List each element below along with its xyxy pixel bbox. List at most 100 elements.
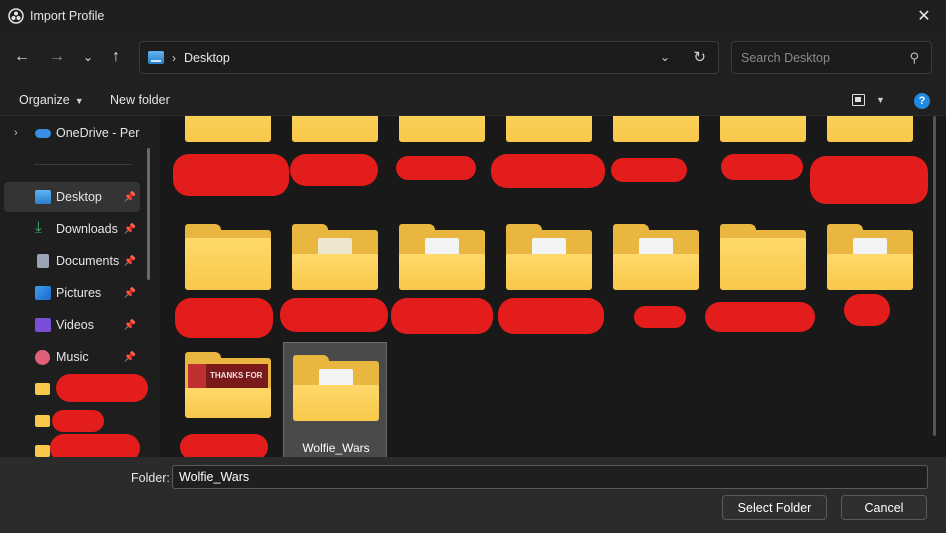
obs-app-icon [8,8,24,24]
folder-icon [506,116,592,142]
chevron-down-icon: ⌄ [82,50,94,64]
folder-icon [613,224,699,290]
sidebar-item-downloads[interactable]: ⤓ Downloads 📌 [4,214,140,244]
sidebar-item-folder[interactable] [4,434,140,457]
content-scrollbar[interactable] [933,116,936,436]
pin-icon: 📌 [123,287,136,299]
select-folder-button[interactable]: Select Folder [722,495,827,520]
redaction-mark [634,306,686,328]
folder-icon [827,224,913,290]
folder-icon: THANKS FOR [185,352,271,418]
folder-field-label: Folder: [131,471,170,485]
sidebar-item-label: OneDrive - Perso [56,126,140,140]
redaction-mark [175,298,273,338]
redaction-mark [52,410,104,432]
redaction-mark [611,158,687,182]
navigation-bar: ← → ⌄ ↑ › Desktop ⌄ ↻ Search Desktop ⚲ [0,32,946,86]
pictures-icon [35,286,51,300]
redaction-mark [173,154,289,196]
redaction-mark [50,434,140,457]
folder-icon [185,116,271,142]
folder-icon [399,116,485,142]
videos-icon [35,318,51,332]
redaction-mark [705,302,815,332]
folder-icon [35,415,50,427]
thumbnail-text: THANKS FOR [210,371,263,380]
folder-icon [720,224,806,290]
thumbnail-image [188,364,206,388]
close-button[interactable]: ✕ [908,4,940,28]
folder-icon [35,383,50,395]
folder-icon [399,224,485,290]
organize-button[interactable]: Organize ▼ [19,93,84,107]
redaction-mark [391,298,493,334]
sidebar-item-pictures[interactable]: Pictures 📌 [4,278,140,308]
expand-chevron-icon[interactable]: › [14,127,18,139]
sidebar-item-videos[interactable]: Videos 📌 [4,310,140,340]
sidebar-item-desktop[interactable]: Desktop 📌 [4,182,140,212]
redaction-mark [810,156,928,204]
sidebar-item-music[interactable]: Music 📌 [4,342,140,372]
breadcrumb-chevron-icon: › [172,50,176,65]
folder-icon [506,224,592,290]
folder-item-selected[interactable]: Wolfie_Wars [283,342,387,457]
caret-down-icon: ▼ [74,96,84,106]
sidebar-item-folder[interactable] [4,406,140,436]
organize-label: Organize [19,93,70,107]
folder-name-input[interactable]: Wolfie_Wars [172,465,928,489]
breadcrumb-desktop[interactable]: Desktop [184,51,230,65]
folder-icon [292,224,378,290]
address-bar[interactable]: › Desktop ⌄ ↻ [139,41,719,74]
window-title: Import Profile [30,9,105,23]
forward-button[interactable]: → [44,44,70,70]
desktop-icon [148,51,164,64]
sidebar-scrollbar[interactable] [147,148,150,280]
address-dropdown-icon[interactable]: ⌄ [660,50,670,64]
redaction-mark [721,154,803,180]
desktop-icon [35,190,51,204]
redaction-mark [491,154,605,188]
folder-icon [185,224,271,290]
music-icon [35,349,50,365]
download-icon: ⤓ [35,219,42,236]
command-bar: Organize ▼ New folder ▼ ? [0,86,946,116]
new-folder-button[interactable]: New folder [110,93,170,107]
search-box[interactable]: Search Desktop ⚲ [731,41,932,74]
arrow-up-icon: ↑ [112,48,120,65]
sidebar-item-folder[interactable] [4,374,148,404]
refresh-icon[interactable]: ↻ [693,48,706,66]
folder-icon [827,116,913,142]
documents-icon [37,254,49,268]
arrow-right-icon: → [49,48,65,65]
file-list: THANKS FOR Wolfie_Wars [160,116,946,457]
pin-icon: 📌 [123,319,136,331]
sidebar-divider [34,164,132,165]
sidebar-item-documents[interactable]: Documents 📌 [4,246,140,276]
close-icon: ✕ [917,8,931,25]
arrow-left-icon: ← [14,48,30,65]
search-input[interactable]: Search Desktop [741,51,830,65]
redaction-mark [56,374,148,402]
cancel-button[interactable]: Cancel [841,495,927,520]
navigation-pane: › OneDrive - Perso Desktop 📌 ⤓ Downloads… [0,116,160,457]
title-bar: Import Profile ✕ [0,0,946,32]
dialog-footer: Folder: Wolfie_Wars Select Folder Cancel [0,457,946,533]
redaction-mark [498,298,604,334]
up-button[interactable]: ↑ [103,44,129,70]
recent-locations-button[interactable]: ⌄ [75,44,101,70]
view-mode-icon[interactable] [852,94,865,106]
pin-icon: 📌 [123,351,136,363]
pin-icon: 📌 [123,223,136,235]
pin-icon: 📌 [123,191,136,203]
sidebar-item-onedrive[interactable]: › OneDrive - Perso [4,118,140,148]
folder-icon [292,116,378,142]
back-button[interactable]: ← [9,44,35,70]
folder-icon [720,116,806,142]
redaction-mark [396,156,476,180]
pin-icon: 📌 [123,255,136,267]
view-dropdown-icon[interactable]: ▼ [876,95,885,105]
redaction-mark [844,294,890,326]
redaction-mark [280,298,388,332]
folder-icon [293,355,379,421]
help-icon[interactable]: ? [914,93,930,109]
